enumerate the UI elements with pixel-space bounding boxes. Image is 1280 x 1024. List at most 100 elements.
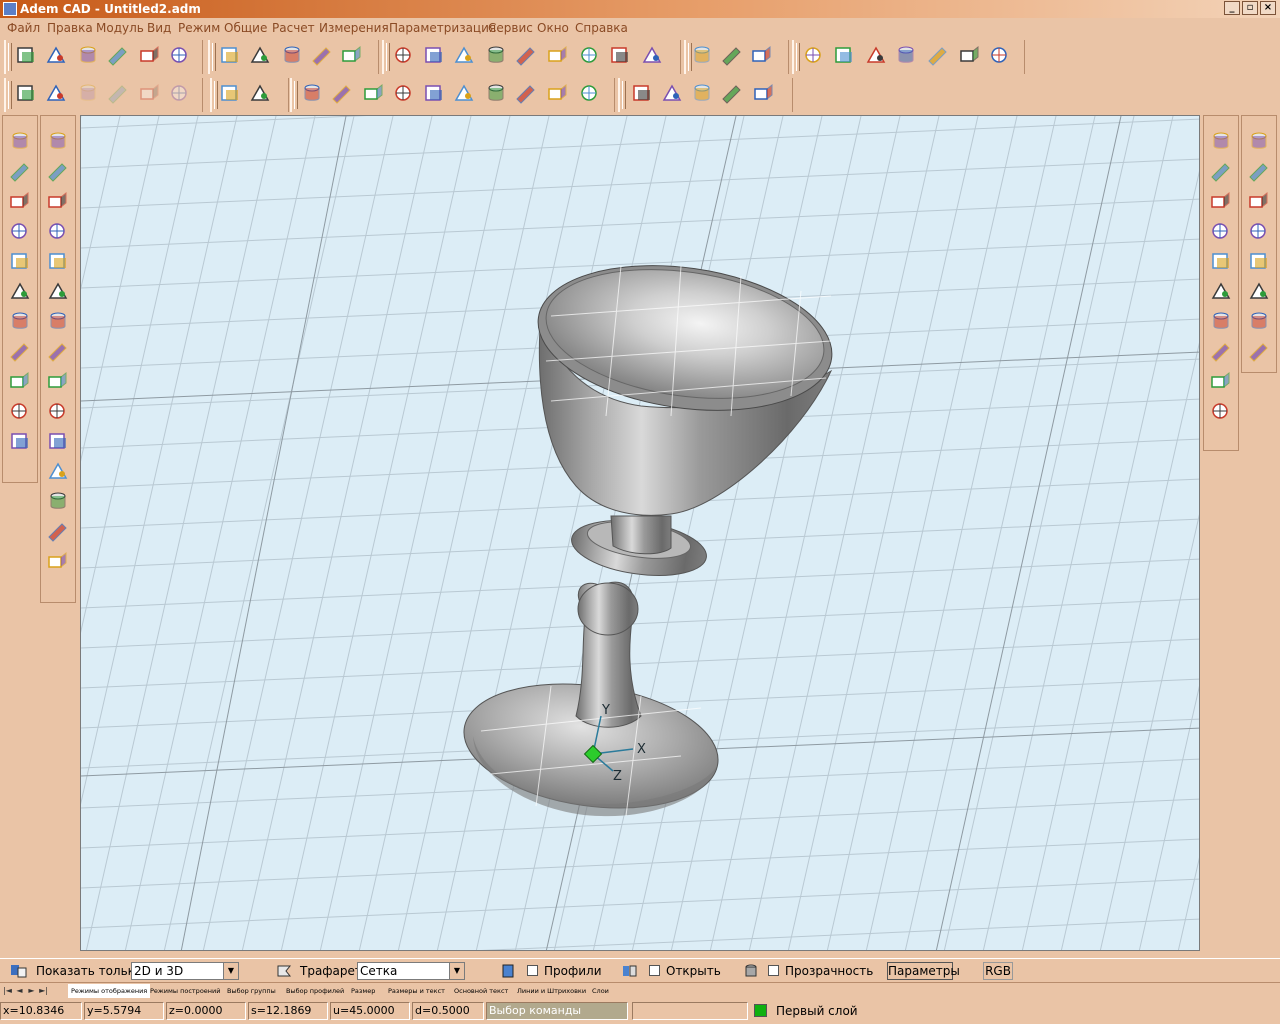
cylinder-icon[interactable] — [690, 44, 714, 66]
dimension-radius-icon[interactable] — [690, 82, 714, 104]
surface-join-icon[interactable] — [1247, 250, 1271, 272]
menu-general[interactable]: Общие — [224, 21, 267, 35]
tab-next-icon[interactable]: ► — [27, 985, 36, 996]
surface-yellow-icon[interactable] — [1247, 160, 1271, 182]
dimension-angle-icon[interactable] — [720, 82, 744, 104]
rgb-button[interactable]: RGB — [983, 962, 1013, 980]
restore-button[interactable]: ▫ — [1242, 1, 1258, 15]
plane-orange-icon[interactable] — [46, 430, 70, 452]
plane-normal-icon[interactable] — [46, 520, 70, 542]
bezier-icon[interactable] — [514, 82, 538, 104]
scene-canvas[interactable]: Y X Z — [81, 116, 1200, 951]
new-file-icon[interactable] — [14, 44, 38, 66]
cube-icon[interactable] — [864, 44, 888, 66]
plane-green-icon[interactable] — [46, 400, 70, 422]
minimize-button[interactable]: _ — [1224, 1, 1240, 15]
open-folder-icon[interactable] — [44, 44, 68, 66]
surface-cut-icon[interactable] — [1247, 130, 1271, 152]
view-rotate-icon[interactable] — [8, 130, 32, 152]
node-grid-icon[interactable] — [988, 44, 1012, 66]
tab-dimensions-text[interactable]: Размеры и текст — [388, 984, 445, 998]
dimension-linear-icon[interactable] — [630, 82, 654, 104]
stencil-select[interactable]: Сетка ▼ — [357, 962, 465, 980]
print-icon[interactable] — [106, 44, 130, 66]
surface-delete-icon[interactable] — [1247, 310, 1271, 332]
menu-help[interactable]: Справка — [575, 21, 628, 35]
dropdown-arrow-icon[interactable]: ▼ — [223, 963, 238, 979]
tab-build-modes[interactable]: Режимы построений — [150, 984, 221, 998]
show-only-select[interactable]: 2D и 3D ▼ — [131, 962, 239, 980]
tab-last-icon[interactable]: ►| — [39, 985, 48, 996]
tab-lines-hatching[interactable]: Линии и Штриховки — [517, 984, 586, 998]
scale-icon[interactable] — [958, 44, 982, 66]
arc-icon[interactable] — [392, 82, 416, 104]
fillet-icon[interactable] — [640, 44, 664, 66]
measure-icon[interactable] — [926, 44, 950, 66]
surface-highlight-icon[interactable] — [1247, 220, 1271, 242]
3d-viewport[interactable]: Y X Z — [80, 115, 1200, 951]
parameters-button[interactable]: Параметры — [887, 962, 960, 980]
line-2d-icon[interactable] — [1209, 130, 1233, 152]
transparency-checkbox[interactable] — [768, 965, 779, 976]
tab-first-icon[interactable]: |◄ — [3, 985, 12, 996]
tab-prev-icon[interactable]: ◄ — [15, 985, 24, 996]
revolve-icon[interactable] — [578, 44, 602, 66]
align-icon[interactable] — [720, 44, 744, 66]
open-checkbox[interactable] — [649, 965, 660, 976]
plane-stack-icon[interactable] — [46, 370, 70, 392]
loft-icon[interactable] — [514, 44, 538, 66]
sketch-plane-icon[interactable] — [46, 460, 70, 482]
surface-fill-icon[interactable] — [1247, 190, 1271, 212]
tab-main-text[interactable]: Основной текст — [454, 984, 508, 998]
menu-file[interactable]: Файл — [7, 21, 40, 35]
print-preview-icon[interactable] — [138, 44, 162, 66]
menu-window[interactable]: Окно — [537, 21, 569, 35]
polyline-icon[interactable] — [422, 82, 446, 104]
solid-remove-icon[interactable] — [46, 280, 70, 302]
brush-icon[interactable] — [248, 44, 272, 66]
circle-icon[interactable] — [362, 82, 386, 104]
mirror-icon[interactable] — [8, 280, 32, 302]
tab-profile-select[interactable]: Выбор профилей — [286, 984, 344, 998]
array-icon[interactable] — [750, 44, 774, 66]
rotate-icon[interactable] — [8, 250, 32, 272]
profiles-checkbox[interactable] — [527, 965, 538, 976]
close-button[interactable]: × — [1260, 1, 1276, 15]
menu-mode[interactable]: Режим — [178, 21, 220, 35]
workplane-up-icon[interactable] — [46, 310, 70, 332]
menu-measure[interactable]: Измерения — [319, 21, 389, 35]
transfer-icon[interactable] — [8, 430, 32, 452]
ungroup-icon[interactable] — [8, 370, 32, 392]
line-icon[interactable] — [300, 82, 324, 104]
dimension-chain-icon[interactable] — [752, 82, 776, 104]
angle-icon[interactable] — [1209, 220, 1233, 242]
offset-plane-icon[interactable] — [578, 82, 602, 104]
chamfer-icon[interactable] — [608, 44, 632, 66]
menu-service[interactable]: Сервис — [488, 21, 533, 35]
axes-icon[interactable] — [46, 550, 70, 572]
curve-icon[interactable] — [484, 82, 508, 104]
save-icon[interactable] — [76, 44, 100, 66]
polygon-icon[interactable] — [1209, 160, 1233, 182]
trim-icon[interactable] — [1209, 250, 1233, 272]
extend-icon[interactable] — [1209, 280, 1233, 302]
solid-box-icon[interactable] — [46, 190, 70, 212]
shell-icon[interactable] — [546, 44, 570, 66]
move-icon[interactable] — [8, 220, 32, 242]
tab-group-select[interactable]: Выбор группы — [227, 984, 276, 998]
redo-icon[interactable] — [248, 82, 272, 104]
solid-torus-icon[interactable] — [46, 250, 70, 272]
dropdown-arrow-icon[interactable]: ▼ — [449, 963, 464, 979]
delete-icon[interactable] — [8, 160, 32, 182]
sphere-icon[interactable] — [280, 44, 304, 66]
tab-layers[interactable]: Слои — [592, 984, 609, 998]
circle-2d-icon[interactable] — [1209, 190, 1233, 212]
grid-pattern-icon[interactable] — [310, 44, 334, 66]
workplane-down-icon[interactable] — [46, 340, 70, 362]
box-open-icon[interactable] — [422, 44, 446, 66]
menu-parametrization[interactable]: Параметризация — [389, 21, 496, 35]
intersect-icon[interactable] — [1209, 310, 1233, 332]
import-icon[interactable] — [802, 44, 826, 66]
sweep-icon[interactable] — [484, 44, 508, 66]
box-pattern-icon[interactable] — [452, 44, 476, 66]
